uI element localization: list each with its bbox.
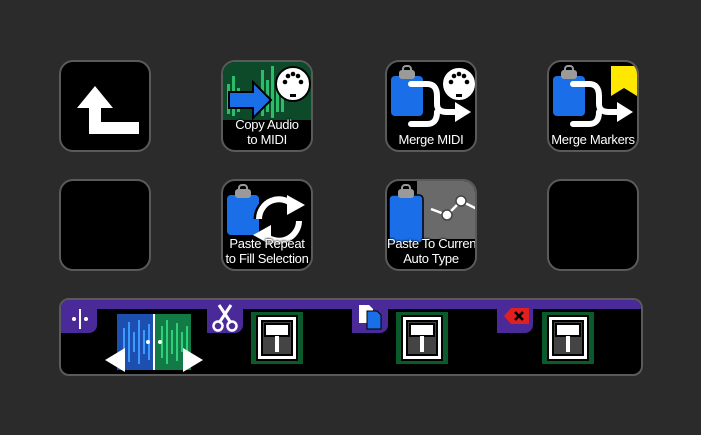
right-arrow-icon [183, 348, 203, 372]
paste-to-current-auto-key[interactable]: Paste To Current Auto Type [385, 179, 477, 271]
split-waveform-control[interactable] [105, 314, 205, 374]
clipboard-icon [227, 184, 259, 235]
scissors-icon [212, 304, 238, 332]
empty-key[interactable] [547, 179, 639, 271]
key-label: Paste To Current Auto Type [387, 236, 477, 266]
fader-icon[interactable] [396, 312, 448, 364]
key-label: Merge Markers [551, 132, 635, 147]
fader-icon[interactable] [251, 312, 303, 364]
empty-key[interactable] [59, 179, 151, 271]
delete-icon [504, 308, 529, 324]
clipboard-icon [553, 65, 585, 116]
return-arrow-icon [77, 86, 139, 134]
clipboard-icon [391, 65, 423, 116]
left-arrow-icon [105, 348, 125, 372]
copy-icon [359, 305, 382, 330]
key-label: Copy Audio to MIDI [235, 117, 299, 147]
split-icon [72, 309, 88, 329]
fader-icon[interactable] [542, 312, 594, 364]
midi-connector-icon [275, 66, 311, 102]
midi-connector-icon [441, 66, 475, 102]
key-label: Merge MIDI [398, 132, 464, 147]
merge-markers-key[interactable]: Merge Markers [547, 60, 639, 152]
marker-flag-icon [611, 66, 637, 96]
copy-audio-to-midi-key[interactable]: Copy Audio to MIDI [221, 60, 313, 152]
merge-midi-key[interactable]: Merge MIDI [385, 60, 477, 152]
touch-strip[interactable] [59, 298, 643, 376]
strip-header-bar [61, 300, 641, 309]
back-key[interactable] [59, 60, 151, 152]
paste-repeat-key[interactable]: Paste Repeat to Fill Selection [221, 179, 313, 271]
key-label: Paste Repeat to Fill Selection [225, 236, 309, 266]
